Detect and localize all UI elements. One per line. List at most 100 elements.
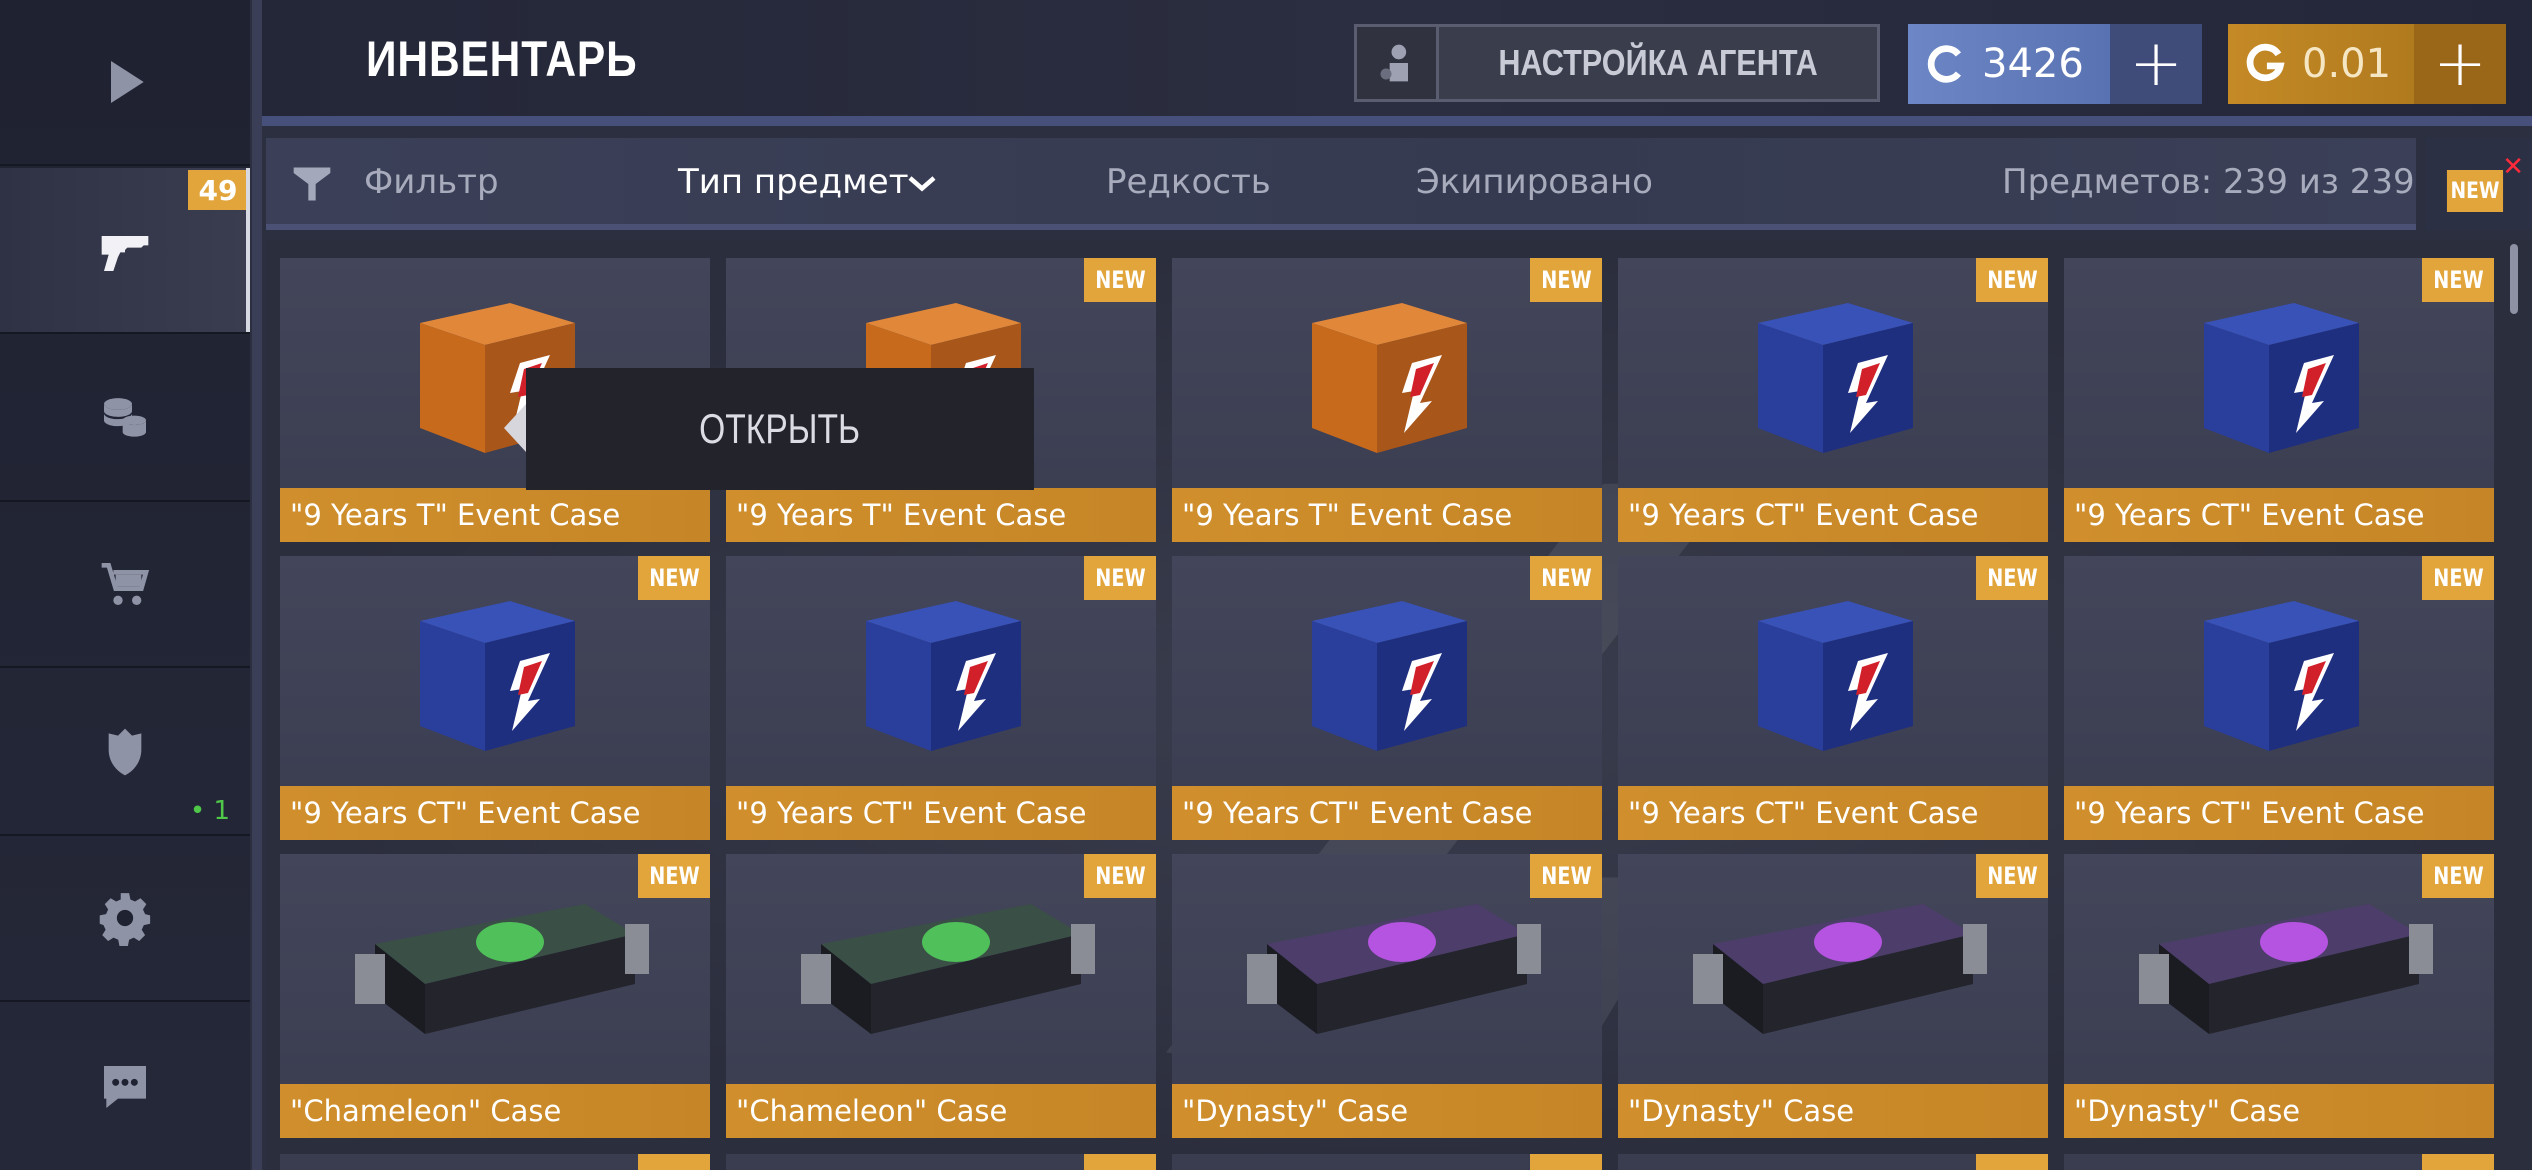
item-name: "9 Years CT" Event Case [280,786,710,840]
coins-icon [104,398,146,437]
agent-settings-button[interactable]: НАСТРОЙКА АГЕНТА [1354,24,1880,102]
item-name: "Chameleon" Case [726,1084,1156,1138]
item-count: Предметов: 239 из 239 [2002,162,2415,202]
new-badge: NEW [2422,258,2494,302]
inventory-item-card[interactable] [726,1154,1156,1170]
sidebar-item-clan[interactable]: • 1 [0,670,250,836]
new-badge [1530,1154,1602,1170]
new-badge-label: NEW [2432,862,2484,890]
inventory-item-card[interactable] [1172,1154,1602,1170]
sidebar-item-settings[interactable] [0,836,250,1002]
new-badge-label: NEW [2432,564,2484,592]
new-badge: NEW [638,854,710,898]
new-badge: NEW [1530,258,1602,302]
inventory-item-card[interactable] [2064,1154,2494,1170]
item-name: "9 Years CT" Event Case [1618,488,2048,542]
clan-count: • 1 [189,796,230,826]
filter-bar: Фильтр Тип предмет Редкость Экипировано … [266,138,2416,230]
add-credits-button[interactable]: + [2110,24,2202,104]
new-badge: NEW [2422,854,2494,898]
new-badge: NEW [1084,556,1156,600]
inventory-item-card[interactable]: "9 Years CT" Event Case NEW [726,556,1156,840]
sidebar: 49 • 1 [0,0,250,1170]
item-name: "Dynasty" Case [2064,1084,2494,1138]
add-gold-button[interactable]: + [2414,24,2506,104]
inventory-item-card[interactable]: "Dynasty" Case NEW [2064,854,2494,1138]
open-context-popup[interactable]: ОТКРЫТЬ [504,368,1034,490]
new-badge: NEW [1084,854,1156,898]
new-badge-label: NEW [2432,266,2484,294]
open-button-label: ОТКРЫТЬ [699,405,861,452]
inventory-item-card[interactable]: "9 Years CT" Event Case NEW [1618,556,2048,840]
gold-icon [2246,43,2285,82]
item-name: "9 Years T" Event Case [726,488,1156,542]
inventory-item-card[interactable]: "Dynasty" Case NEW [1618,854,2048,1138]
new-badge-label: NEW [648,564,700,592]
new-badge-label: NEW [1540,266,1592,294]
inventory-item-card[interactable]: "Dynasty" Case NEW [1172,854,1602,1138]
sidebar-item-play[interactable] [0,0,250,166]
rarity-filter[interactable]: Редкость [1106,162,1271,202]
item-name: "Dynasty" Case [1172,1084,1602,1138]
new-badge-label: NEW [1986,862,2038,890]
grid-scrollbar[interactable] [2510,244,2518,314]
new-badge-label: NEW [1094,564,1146,592]
sidebar-item-chat[interactable] [0,1004,250,1170]
sidebar-item-shop[interactable] [0,502,250,668]
top-bar: ИНВЕНТАРЬ НАСТРОЙКА АГЕНТА 3426 + 0.01 + [262,0,2532,126]
new-badge: NEW [1084,258,1156,302]
inventory-count-badge: 49 [188,170,248,210]
new-badge-label: NEW [1094,266,1146,294]
inventory-item-card[interactable]: "9 Years CT" Event Case NEW [2064,258,2494,542]
new-badge: NEW [2422,556,2494,600]
new-filter-toggle[interactable]: NEW ✕ [2426,138,2532,230]
close-icon[interactable]: ✕ [2502,152,2524,182]
sidebar-item-inventory[interactable]: 49 [0,168,250,334]
new-badge-label: NEW [1540,862,1592,890]
new-badge [2422,1154,2494,1170]
chat-icon [104,1066,146,1108]
inventory-item-card[interactable]: "9 Years CT" Event Case NEW [280,556,710,840]
chevron-down-icon[interactable] [904,166,940,202]
new-badge: NEW [638,556,710,600]
inventory-item-card[interactable]: "9 Years CT" Event Case NEW [2064,556,2494,840]
equipped-filter[interactable]: Экипировано [1416,162,1653,202]
item-name: "9 Years T" Event Case [280,488,710,542]
filter-button[interactable]: Фильтр [364,162,499,202]
credits-amount-box: 3426 [1908,24,2110,104]
agent-icon [1357,27,1439,99]
new-badge-label: NEW [648,862,700,890]
gold-amount-box: 0.01 [2228,24,2414,104]
item-name: "9 Years CT" Event Case [726,786,1156,840]
new-badge [1084,1154,1156,1170]
item-name: "Chameleon" Case [280,1084,710,1138]
inventory-item-card[interactable] [280,1154,710,1170]
new-badge: NEW [1976,258,2048,302]
item-name: "9 Years CT" Event Case [2064,786,2494,840]
credits-icon [1927,45,1962,83]
inventory-item-card[interactable]: "Chameleon" Case NEW [726,854,1156,1138]
inventory-item-card[interactable]: "Chameleon" Case NEW [280,854,710,1138]
item-name: "9 Years CT" Event Case [1618,786,2048,840]
inventory-item-card[interactable]: "9 Years CT" Event Case NEW [1172,556,1602,840]
filter-icon[interactable] [290,162,334,206]
inventory-item-card[interactable]: "9 Years T" Event Case NEW [1172,258,1602,542]
item-type-dropdown[interactable]: Тип предмет [678,162,909,202]
new-badge-label: NEW [1540,564,1592,592]
sidebar-item-coins[interactable] [0,336,250,502]
inventory-item-card[interactable] [1618,1154,2048,1170]
gear-icon [99,893,151,946]
new-badge-label: NEW [1986,266,2038,294]
pistol-icon [101,236,149,271]
cart-icon [101,563,150,605]
inventory-item-card[interactable]: "9 Years CT" Event Case NEW [1618,258,2048,542]
new-badge [1976,1154,2048,1170]
new-badge: NEW [1530,854,1602,898]
item-name: "Dynasty" Case [1618,1084,2048,1138]
credits-widget: 3426 + [1908,24,2202,104]
new-badge-label: NEW [1094,862,1146,890]
new-badge-label: NEW [1986,564,2038,592]
sidebar-divider [252,0,262,1170]
new-badge [638,1154,710,1170]
play-icon [111,61,144,103]
